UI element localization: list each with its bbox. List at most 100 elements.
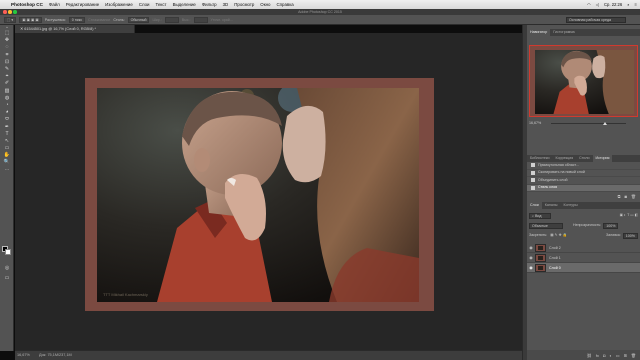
search-icon[interactable]: ⌕: [627, 2, 629, 7]
group-icon[interactable]: ▭: [616, 353, 620, 358]
menu-3d[interactable]: 3D: [223, 2, 229, 7]
feather-input[interactable]: 0 пикс: [68, 16, 86, 23]
history-brush-tool-icon[interactable]: ◍: [0, 95, 14, 102]
zoom-tool-icon[interactable]: 🔍: [0, 159, 14, 166]
fill-label: Заливка:: [605, 233, 621, 237]
slider-knob[interactable]: [603, 122, 607, 125]
menu-edit[interactable]: Редактирование: [66, 2, 99, 7]
delete-layer-icon[interactable]: 🗑: [631, 353, 636, 358]
history-step-icon: [531, 170, 535, 175]
quick-select-tool-icon[interactable]: ⌗: [0, 52, 14, 59]
adjustment-layer-icon[interactable]: ◐: [609, 353, 611, 358]
new-document-from-state-icon[interactable]: ⧉: [618, 193, 621, 200]
tab-histogram[interactable]: Гистограмма: [550, 29, 577, 36]
layer-row[interactable]: ◉ Слой 1: [527, 253, 640, 263]
layers-footer: ⛓ fx ◘ ◐ ▭ ⊞ 🗑: [527, 350, 640, 360]
lasso-tool-icon[interactable]: ◌: [0, 44, 14, 51]
move-tool-icon[interactable]: ✥: [0, 37, 14, 44]
status-doc-size[interactable]: Док: 75,1M/237,1M: [39, 353, 72, 357]
menu-image[interactable]: Изображение: [105, 2, 133, 7]
opacity-label: Непрозрачность:: [573, 223, 602, 227]
document-tab[interactable]: ✕ 61544501.jpg @ 16,7% (Слой 0, RGB/8) *: [15, 25, 135, 33]
path-select-tool-icon[interactable]: ↖: [0, 138, 14, 145]
menu-window[interactable]: Окно: [260, 2, 270, 7]
eyedropper-tool-icon[interactable]: ✎: [0, 66, 14, 73]
eraser-tool-icon[interactable]: ◔: [0, 102, 14, 109]
lock-label: Закрепить:: [529, 233, 548, 237]
tab-layers[interactable]: Слои: [527, 202, 542, 209]
layer-filter-label: Вид: [535, 213, 542, 218]
link-layers-icon[interactable]: ⛓: [587, 353, 592, 358]
layer-filter-row: ⌕ Вид ▣ ◐ T ▭ ◧: [529, 212, 638, 219]
layer-row[interactable]: ◉ Слой 2: [527, 243, 640, 253]
document-tab-title: 61544501.jpg @ 16,7% (Слой 0, RGB/8) *: [24, 27, 97, 31]
screen-mode-icon[interactable]: ▭: [0, 275, 14, 282]
trash-icon[interactable]: 🗑: [631, 193, 636, 200]
status-zoom[interactable]: 16,67%: [17, 353, 30, 357]
tab-history[interactable]: История: [592, 155, 613, 162]
photo-couple[interactable]: TTT Mikhail Kachmarskiy: [97, 88, 419, 302]
new-layer-icon[interactable]: ⊞: [624, 353, 627, 358]
menu-select[interactable]: Выделение: [173, 2, 196, 7]
type-tool-icon[interactable]: T: [0, 131, 14, 138]
eye-icon[interactable]: ◉: [527, 245, 535, 250]
fill-input[interactable]: 100%: [622, 232, 638, 239]
menu-type[interactable]: Текст: [156, 2, 167, 7]
clock[interactable]: Ср. 22:26: [604, 2, 622, 7]
status-bar: 16,67% Док: 75,1M/237,1M: [15, 350, 522, 360]
photo-illustration: TTT Mikhail Kachmarskiy: [97, 88, 419, 302]
marquee-tool-preset[interactable]: ⬚ ▾: [4, 16, 17, 23]
volume-icon[interactable]: ◁: [596, 2, 599, 7]
fx-icon[interactable]: fx: [596, 353, 599, 358]
photo-watermark: TTT Mikhail Kachmarskiy: [103, 292, 148, 297]
navigator-illustration: [535, 50, 634, 114]
history-item-selected[interactable]: Стиль слоя: [527, 184, 640, 192]
crop-tool-icon[interactable]: ⊡: [0, 59, 14, 66]
more-tools-icon[interactable]: ⋯: [0, 167, 14, 174]
menu-layers[interactable]: Слои: [139, 2, 150, 7]
menu-view[interactable]: Просмотр: [234, 2, 254, 7]
tab-channels[interactable]: Каналы: [542, 202, 561, 209]
stamp-tool-icon[interactable]: ▨: [0, 88, 14, 95]
background-color-swatch[interactable]: [5, 249, 11, 255]
width-label: Шир.:: [152, 17, 162, 22]
eye-icon[interactable]: ◉: [527, 255, 535, 260]
menu-app-name[interactable]: Photoshop CC: [11, 2, 43, 7]
wifi-icon[interactable]: ◠: [587, 2, 591, 7]
layer-filter-select[interactable]: ⌕ Вид: [529, 212, 551, 219]
navigator-zoom-value[interactable]: 16,67%: [529, 121, 541, 125]
brush-tool-icon[interactable]: ✐: [0, 80, 14, 87]
layer-thumbnail: [535, 243, 546, 252]
height-label: Выс.:: [181, 17, 191, 22]
eye-icon[interactable]: ◉: [527, 265, 535, 270]
layers-tabs: Слои Каналы Контуры: [527, 202, 640, 209]
layer-row-selected[interactable]: ◉ Слой 0: [527, 263, 640, 273]
workspace-select[interactable]: Основная рабочая среда: [566, 17, 626, 23]
style-select[interactable]: Обычный: [127, 16, 150, 23]
gradient-tool-icon[interactable]: ◕: [0, 109, 14, 116]
menu-help[interactable]: Справка: [276, 2, 293, 7]
tab-paths[interactable]: Контуры: [561, 202, 581, 209]
opacity-input[interactable]: 100%: [603, 222, 619, 229]
navigator-thumbnail[interactable]: [529, 45, 638, 117]
width-input[interactable]: [164, 16, 179, 23]
selection-mode-buttons[interactable]: ▣ ▣ ▣ ▣: [19, 16, 42, 23]
blur-tool-icon[interactable]: ⬭: [0, 116, 14, 123]
navigator-zoom-slider[interactable]: [551, 122, 626, 125]
add-mask-icon[interactable]: ◘: [603, 353, 605, 358]
menu-file[interactable]: Файл: [49, 2, 60, 7]
menu-list-icon[interactable]: ≡: [635, 2, 637, 7]
menu-filter[interactable]: Фильтр: [202, 2, 217, 7]
quick-mask-icon[interactable]: ◎: [0, 265, 14, 272]
pen-tool-icon[interactable]: ✒: [0, 123, 14, 130]
filter-icons[interactable]: ▣ ◐ T ▭ ◧: [620, 212, 638, 219]
height-input[interactable]: [193, 16, 208, 23]
marquee-tool-icon[interactable]: ⬚: [0, 30, 14, 37]
refine-edge-button[interactable]: Уточн. край...: [211, 18, 233, 22]
lock-icons[interactable]: ▦ ✎ ✥ 🔒: [550, 232, 567, 239]
tab-navigator[interactable]: Навигатор: [527, 29, 551, 36]
blend-mode-select[interactable]: Обычные: [529, 222, 563, 229]
healing-tool-icon[interactable]: ⌖: [0, 73, 14, 80]
smooth-checkbox[interactable]: Сглаживание: [88, 18, 110, 22]
snapshot-icon[interactable]: ◙: [625, 193, 627, 200]
